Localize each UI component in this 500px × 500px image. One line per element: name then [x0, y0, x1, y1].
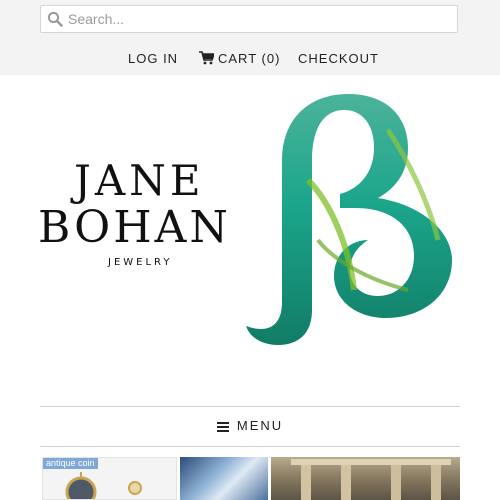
thumbnail-sky[interactable] [180, 457, 268, 500]
brand-logo[interactable]: JANE BOHAN JEWELRY [38, 160, 248, 270]
login-link[interactable]: LOG IN [128, 51, 178, 66]
logo-line-jewelry: JEWELRY [108, 257, 173, 268]
thumbnail-ruins[interactable] [271, 457, 460, 500]
search-box[interactable] [40, 5, 458, 33]
search-input[interactable] [68, 6, 448, 32]
cart-label: CART (0) [218, 51, 281, 66]
search-icon [47, 11, 63, 27]
monogram-logo [246, 94, 452, 345]
divider-top [40, 406, 460, 407]
header-nav: LOG IN CART (0) CHECKOUT [0, 49, 500, 69]
logo-line-jane: JANE [74, 156, 205, 205]
menu-label: MENU [236, 418, 284, 433]
thumbnail-tag: antique coin [43, 458, 98, 469]
top-bar: LOG IN CART (0) CHECKOUT [0, 0, 500, 75]
menu-toggle[interactable]: MENU [0, 418, 500, 433]
cart-icon [199, 51, 214, 65]
divider-bottom [40, 446, 460, 447]
hamburger-icon [216, 421, 229, 432]
featured-thumbnails: antique coin [40, 457, 460, 500]
ruins-image [291, 459, 451, 500]
thumbnail-coin-pendant[interactable]: antique coin [42, 457, 177, 500]
logo-line-bohan: BOHAN [38, 202, 231, 253]
checkout-link[interactable]: CHECKOUT [298, 51, 379, 66]
